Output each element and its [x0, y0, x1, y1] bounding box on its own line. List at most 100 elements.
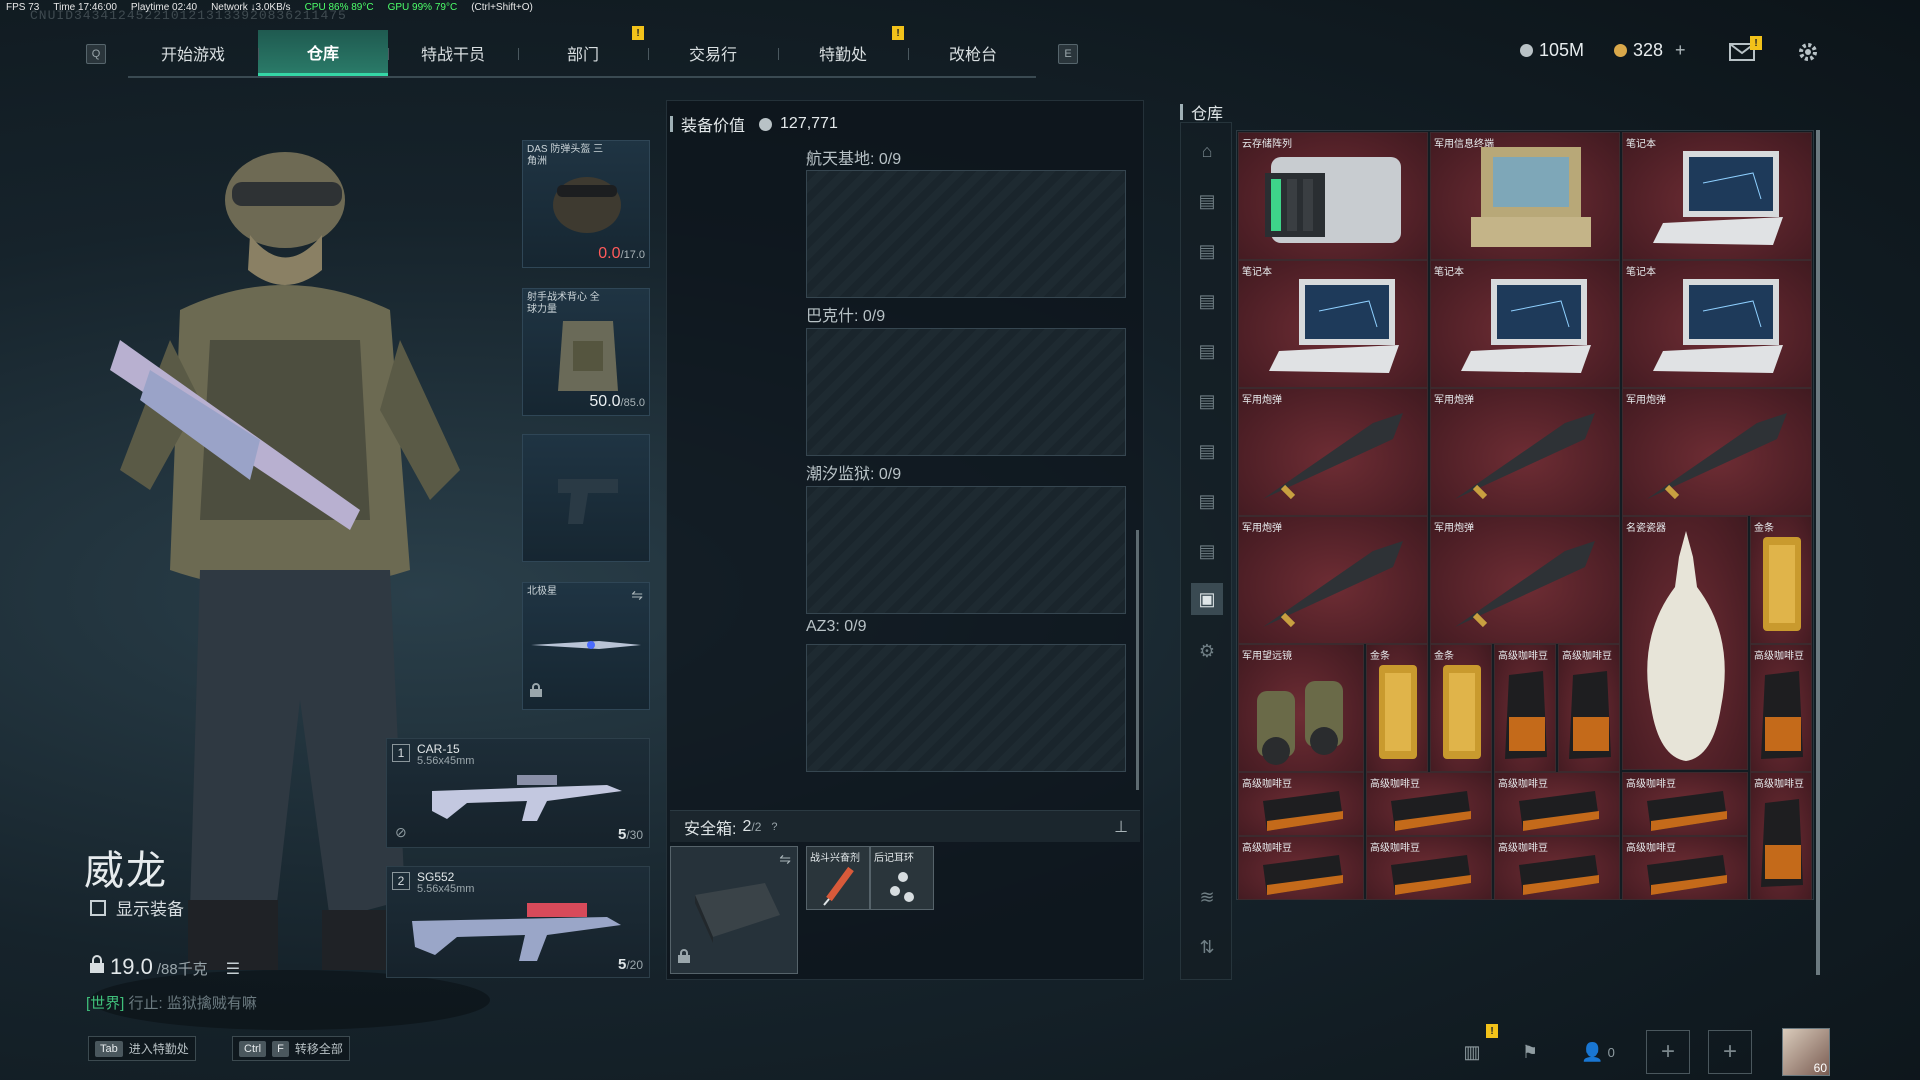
- warehouse-item[interactable]: 高级咖啡豆: [1238, 772, 1364, 836]
- warehouse-item[interactable]: 笔记本: [1622, 132, 1812, 260]
- coffee-pack-icon: [1519, 855, 1599, 895]
- pin-icon[interactable]: ⊥: [1114, 817, 1128, 837]
- add-gold-button[interactable]: +: [1675, 40, 1686, 61]
- helmet-icon: [553, 177, 621, 233]
- weight-max: /88千克: [156, 961, 208, 978]
- hint-enter-special[interactable]: Tab 进入特勤处: [88, 1036, 196, 1061]
- warehouse-item[interactable]: 金条: [1750, 516, 1812, 644]
- alert-badge-special: !: [892, 26, 904, 40]
- safe-item-stimulant[interactable]: 战斗兴奋剂: [806, 846, 870, 910]
- warehouse-item[interactable]: 高级咖啡豆: [1494, 772, 1620, 836]
- item-label: 金条: [1370, 651, 1390, 662]
- settings-gear-icon[interactable]: [1796, 40, 1820, 64]
- secondary-weapon-slot[interactable]: 2 SG552 5.56x45mm 5/20: [386, 866, 650, 978]
- pistol-slot[interactable]: [522, 434, 650, 562]
- warehouse-item[interactable]: 高级咖啡豆: [1494, 836, 1620, 900]
- warehouse-settings-gear-icon[interactable]: ⚙: [1191, 635, 1223, 667]
- warehouse-item[interactable]: 笔记本: [1238, 260, 1428, 388]
- middle-scrollbar[interactable]: [1136, 530, 1139, 790]
- warehouse-item[interactable]: 高级咖啡豆: [1622, 772, 1748, 836]
- stats-chart-icon[interactable]: ▥: [1452, 1032, 1492, 1072]
- warehouse-item[interactable]: 高级咖啡豆: [1750, 772, 1812, 900]
- warehouse-item[interactable]: 军用望远镜: [1238, 644, 1364, 772]
- tab-warehouse[interactable]: 仓库: [258, 30, 388, 76]
- warehouse-item[interactable]: 军用炮弹: [1430, 388, 1620, 516]
- weapon-slot-number: 2: [392, 872, 410, 890]
- armor-slot[interactable]: 射手战术背心 全球力量 50.0/85.0: [522, 288, 650, 416]
- melee-name: 北极星: [527, 586, 557, 597]
- tab-trading[interactable]: 交易行: [648, 30, 778, 76]
- tab-operators[interactable]: 特战干员: [388, 30, 518, 76]
- warehouse-item[interactable]: 军用炮弹: [1238, 388, 1428, 516]
- coffee-bag-icon: [1505, 671, 1547, 759]
- warehouse-item[interactable]: 笔记本: [1622, 260, 1812, 388]
- lock-icon: [88, 954, 106, 974]
- show-gear-toggle[interactable]: 显示装备: [90, 895, 184, 920]
- server-icon: [1265, 157, 1401, 243]
- warehouse-tab-active-icon[interactable]: ▣: [1191, 583, 1223, 615]
- helmet-slot[interactable]: DAS 防弹头盔 三角洲 0.0/17.0: [522, 140, 650, 268]
- hint-transfer-all[interactable]: Ctrl F 转移全部: [232, 1036, 350, 1061]
- laptop-icon: [1653, 279, 1783, 373]
- safe-box-slot[interactable]: ⇋: [670, 846, 798, 974]
- warehouse-item[interactable]: 云存储阵列: [1238, 132, 1428, 260]
- map-collection-box[interactable]: [806, 170, 1126, 298]
- warehouse-item[interactable]: 金条: [1430, 644, 1492, 772]
- warehouse-scrollbar-thumb[interactable]: [1816, 130, 1820, 975]
- swap-icon[interactable]: ⇋: [779, 851, 791, 868]
- warehouse-item[interactable]: 笔记本: [1430, 260, 1620, 388]
- safe-item-earring[interactable]: 后记耳环: [870, 846, 934, 910]
- player-avatar[interactable]: 60: [1782, 1028, 1830, 1076]
- warehouse-item[interactable]: 名瓷瓷器: [1622, 516, 1748, 770]
- warehouse-item[interactable]: 高级咖啡豆: [1494, 644, 1556, 772]
- swap-icon[interactable]: ⇋: [631, 587, 643, 604]
- warehouse-item[interactable]: 高级咖啡豆: [1558, 644, 1620, 772]
- map-collection-box[interactable]: [806, 486, 1126, 614]
- add-squad-slot-button[interactable]: +: [1646, 1030, 1690, 1074]
- warehouse-tab-icon[interactable]: ▤: [1191, 385, 1223, 417]
- help-icon[interactable]: ?: [771, 821, 777, 833]
- warehouse-tab-icon[interactable]: ▤: [1191, 185, 1223, 217]
- show-gear-checkbox[interactable]: [90, 899, 106, 916]
- tab-start-game[interactable]: 开始游戏: [128, 30, 258, 76]
- map-collection-box[interactable]: [806, 644, 1126, 772]
- warehouse-item[interactable]: 军用炮弹: [1238, 516, 1428, 644]
- rifle-icon: [412, 903, 621, 961]
- warehouse-layers-icon[interactable]: ≋: [1191, 881, 1223, 913]
- warehouse-tab-all-icon[interactable]: ⌂: [1191, 135, 1223, 167]
- warehouse-tab-icon[interactable]: ▤: [1191, 535, 1223, 567]
- warehouse-tab-icon[interactable]: ▤: [1191, 285, 1223, 317]
- friends-button[interactable]: 👤 0: [1568, 1032, 1628, 1072]
- warehouse-tab-icon[interactable]: ▤: [1191, 485, 1223, 517]
- tab-special-services[interactable]: 特勤处: [778, 30, 908, 76]
- tab-department[interactable]: 部门: [518, 30, 648, 76]
- primary-weapon-slot[interactable]: 1 CAR-15 5.56x45mm ⊘ 5/30: [386, 738, 650, 848]
- world-chat-line[interactable]: [世界] 行止: 监狱擒贼有嘛: [86, 992, 257, 1013]
- shell-icon: [1455, 413, 1595, 500]
- warehouse-item[interactable]: 高级咖啡豆: [1238, 836, 1364, 900]
- next-tab-key[interactable]: E: [1058, 44, 1078, 64]
- bottom-right-toolbar: ▥ ⚑ 👤 0 + +: [1452, 1030, 1752, 1074]
- melee-slot[interactable]: 北极星 ⇋: [522, 582, 650, 710]
- mail-alert-badge: !: [1750, 36, 1762, 50]
- map-collection-box[interactable]: [806, 328, 1126, 456]
- warehouse-sort-icon[interactable]: ⇅: [1191, 931, 1223, 963]
- warehouse-tab-icon[interactable]: ▤: [1191, 335, 1223, 367]
- warehouse-item[interactable]: 金条: [1366, 644, 1428, 772]
- warehouse-tab-icon[interactable]: ▤: [1191, 435, 1223, 467]
- tab-gunsmith[interactable]: 改枪台: [908, 30, 1038, 76]
- add-squad-slot-button[interactable]: +: [1708, 1030, 1752, 1074]
- prev-tab-key[interactable]: Q: [86, 44, 106, 64]
- warehouse-item[interactable]: 军用信息终端: [1430, 132, 1620, 260]
- warehouse-tab-icon[interactable]: ▤: [1191, 235, 1223, 267]
- warehouse-item[interactable]: 军用炮弹: [1430, 516, 1620, 644]
- warehouse-item[interactable]: 高级咖啡豆: [1366, 772, 1492, 836]
- helmet-durability: 0.0/17.0: [598, 245, 645, 263]
- warehouse-item[interactable]: 高级咖啡豆: [1622, 836, 1748, 900]
- warehouse-item[interactable]: 高级咖啡豆: [1750, 644, 1812, 772]
- warehouse-item[interactable]: 军用炮弹: [1622, 388, 1812, 516]
- list-icon[interactable]: ☰: [226, 959, 240, 979]
- flag-icon[interactable]: ⚑: [1510, 1032, 1550, 1072]
- map-progress-label: AZ3: 0/9: [806, 618, 867, 635]
- warehouse-item[interactable]: 高级咖啡豆: [1366, 836, 1492, 900]
